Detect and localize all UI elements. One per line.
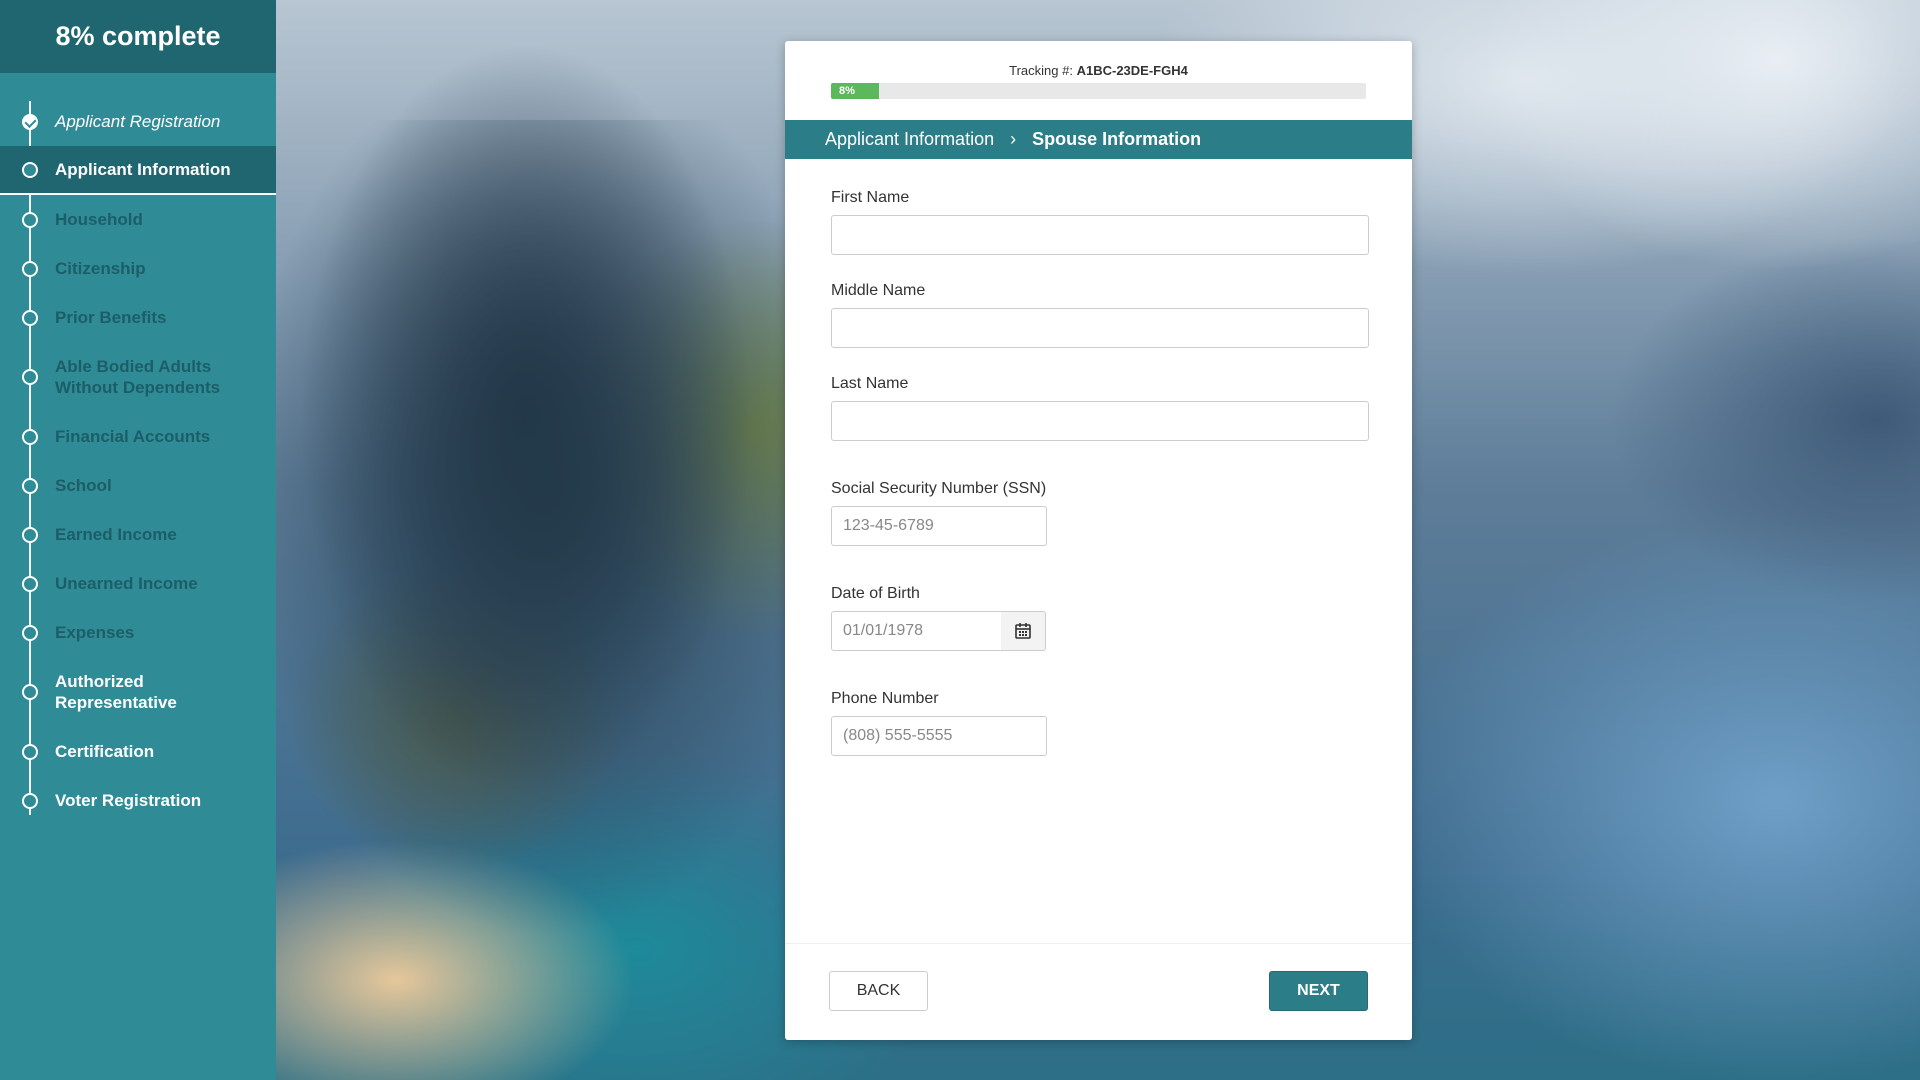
- circle-icon: [22, 743, 38, 760]
- step-label: Authorized Representative: [55, 672, 177, 712]
- step-label: Certification: [55, 742, 155, 761]
- footer-divider: [785, 943, 1412, 944]
- step-applicant-registration[interactable]: Applicant Registration: [0, 97, 276, 146]
- step-label: Voter Registration: [55, 791, 202, 810]
- circle-icon: [22, 624, 38, 641]
- last-name-label: Last Name: [831, 375, 909, 392]
- chevron-right-icon: ›: [1010, 129, 1017, 149]
- circle-icon: [22, 260, 38, 277]
- step-prior-benefits[interactable]: Prior Benefits: [0, 293, 276, 342]
- step-label: Earned Income: [55, 525, 177, 544]
- step-financial-accounts[interactable]: Financial Accounts: [0, 412, 276, 461]
- step-school[interactable]: School: [0, 461, 276, 510]
- circle-icon: [22, 211, 38, 228]
- calendar-icon: [1015, 623, 1031, 639]
- step-label: Unearned Income: [55, 574, 198, 593]
- calendar-button[interactable]: [1001, 611, 1046, 651]
- circle-icon: [22, 575, 38, 592]
- progress-bar: 8%: [831, 83, 1366, 99]
- circle-icon: [22, 369, 38, 385]
- step-label: Applicant Information: [55, 160, 231, 179]
- circle-icon: [22, 309, 38, 326]
- dob-input[interactable]: [831, 611, 1002, 651]
- step-label: Expenses: [55, 623, 135, 642]
- circle-icon: [22, 477, 38, 494]
- form-card: Tracking #: A1BC-23DE-FGH4 8% Applicant …: [785, 41, 1412, 1040]
- next-button[interactable]: NEXT: [1269, 971, 1368, 1011]
- progress-sidebar: 8% complete Applicant Registration Appli…: [0, 0, 276, 1080]
- last-name-input[interactable]: [831, 401, 1369, 441]
- step-label: Applicant Registration: [55, 112, 221, 131]
- step-household[interactable]: Household: [0, 195, 276, 244]
- progress-header: 8% complete: [0, 0, 276, 73]
- ssn-input[interactable]: [831, 506, 1047, 546]
- step-expenses[interactable]: Expenses: [0, 608, 276, 657]
- circle-icon: [22, 792, 38, 809]
- circle-icon: [22, 428, 38, 445]
- step-label: Prior Benefits: [55, 308, 167, 327]
- circle-icon: [22, 161, 38, 178]
- step-label: Citizenship: [55, 259, 146, 278]
- step-citizenship[interactable]: Citizenship: [0, 244, 276, 293]
- middle-name-label: Middle Name: [831, 282, 926, 299]
- step-label: Able Bodied Adults Without Dependents: [55, 357, 221, 397]
- step-label: Financial Accounts: [55, 427, 211, 446]
- phone-label: Phone Number: [831, 690, 939, 707]
- circle-icon: [22, 526, 38, 543]
- check-circle-icon: [22, 113, 38, 130]
- step-abawd[interactable]: Able Bodied Adults Without Dependents: [0, 342, 276, 412]
- ssn-label: Social Security Number (SSN): [831, 480, 1047, 497]
- first-name-input[interactable]: [831, 215, 1369, 255]
- circle-icon: [22, 684, 38, 700]
- first-name-label: First Name: [831, 189, 910, 206]
- step-label: Household: [55, 210, 143, 229]
- breadcrumb-parent[interactable]: Applicant Information: [825, 129, 994, 150]
- step-authorized-representative[interactable]: Authorized Representative: [0, 657, 276, 727]
- step-voter-registration[interactable]: Voter Registration: [0, 776, 276, 825]
- breadcrumb-current: Spouse Information: [1032, 129, 1202, 149]
- breadcrumb: Applicant Information › Spouse Informati…: [785, 120, 1412, 159]
- dob-label: Date of Birth: [831, 585, 920, 602]
- step-applicant-information[interactable]: Applicant Information: [0, 146, 276, 195]
- step-label: School: [55, 476, 112, 495]
- progress-bar-fill: 8%: [831, 83, 880, 99]
- tracking-number: Tracking #: A1BC-23DE-FGH4: [785, 63, 1412, 78]
- phone-input[interactable]: [831, 716, 1047, 756]
- step-certification[interactable]: Certification: [0, 727, 276, 776]
- tracking-value: A1BC-23DE-FGH4: [1076, 63, 1188, 78]
- back-button[interactable]: BACK: [829, 971, 928, 1011]
- middle-name-input[interactable]: [831, 308, 1369, 348]
- step-unearned-income[interactable]: Unearned Income: [0, 559, 276, 608]
- step-earned-income[interactable]: Earned Income: [0, 510, 276, 559]
- step-list: Applicant Registration Applicant Informa…: [0, 97, 276, 825]
- tracking-prefix: Tracking #:: [1009, 63, 1073, 78]
